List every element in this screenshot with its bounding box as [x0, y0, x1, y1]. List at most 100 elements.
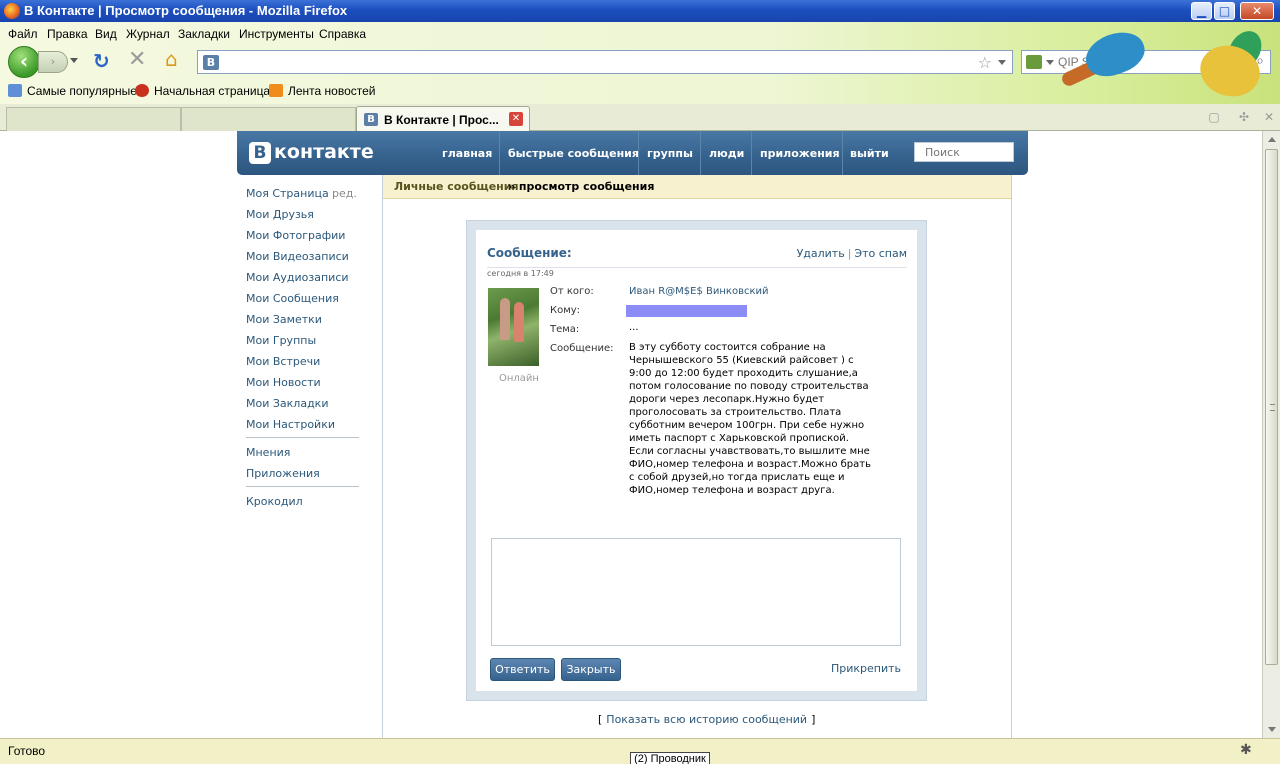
close-icon: ✕ — [1251, 4, 1263, 18]
firefox-logo-icon — [4, 3, 20, 19]
maximize-icon: □ — [1218, 4, 1231, 18]
sidebar-item-bookmarks[interactable]: Мои Закладки — [246, 397, 328, 410]
show-history-link[interactable]: Показать всю историю сообщений — [606, 713, 807, 726]
sidebar-item-messages[interactable]: Мои Сообщения — [246, 292, 339, 305]
sidebar-item-my-page[interactable]: Моя Страница — [246, 187, 329, 200]
tab-scroll-icon[interactable]: ✣ — [1237, 110, 1251, 124]
sidebar-item-crocodile[interactable]: Крокодил — [246, 495, 303, 508]
page-viewport: Bконтакте главная быстрые сообщения груп… — [0, 131, 1262, 738]
tab-strip: B В Контакте | Прос... ✕ ▢ ✣ ✕ — [0, 104, 1280, 132]
sidebar-item-videos[interactable]: Мои Видеозаписи — [246, 250, 349, 263]
nav-apps[interactable]: приложения — [760, 147, 840, 160]
close-window-button[interactable]: ✕ — [1240, 2, 1274, 20]
status-text: Готово — [8, 744, 46, 758]
breadcrumb-current: » просмотр сообщения — [508, 180, 655, 193]
url-dropdown-icon[interactable] — [998, 60, 1006, 65]
sidebar-item-settings[interactable]: Мои Настройки — [246, 418, 335, 431]
bookmark-most-visited[interactable]: Самые популярные — [8, 84, 137, 98]
sidebar-item-photos[interactable]: Мои Фотографии — [246, 229, 345, 242]
scroll-down-icon[interactable] — [1268, 727, 1276, 732]
tab-favicon-icon: B — [364, 113, 378, 126]
forward-button[interactable]: › — [38, 51, 68, 73]
reload-icon[interactable]: ↻ — [93, 51, 110, 71]
sidebar-item-friends[interactable]: Мои Друзья — [246, 208, 314, 221]
vk-header: Bконтакте главная быстрые сообщения груп… — [237, 131, 1028, 175]
menu-view[interactable]: Вид — [95, 27, 117, 41]
sidebar-item-groups[interactable]: Мои Группы — [246, 334, 316, 347]
sidebar-divider — [246, 437, 359, 438]
nav-people[interactable]: люди — [709, 147, 744, 160]
nav-groups[interactable]: группы — [647, 147, 693, 160]
from-value-link[interactable]: Иван R@M$E$ Винковский — [629, 286, 769, 297]
nav-divider — [842, 131, 843, 175]
sender-avatar[interactable] — [488, 288, 539, 366]
back-button[interactable]: ‹ — [8, 46, 40, 78]
tab-list-icon[interactable]: ▢ — [1207, 110, 1221, 124]
maximize-button[interactable]: □ — [1214, 2, 1235, 20]
bookmark-star-icon[interactable]: ☆ — [978, 53, 992, 72]
tab-background[interactable] — [181, 107, 356, 131]
vk-logo-text: контакте — [274, 141, 374, 163]
menu-history[interactable]: Журнал — [126, 27, 170, 41]
vk-logo[interactable]: Bконтакте — [249, 141, 374, 165]
body-label: Сообщение: — [550, 343, 614, 354]
report-spam-link[interactable]: Это спам — [854, 247, 907, 260]
sidebar-item-opinions[interactable]: Мнения — [246, 446, 290, 459]
tab-background[interactable] — [6, 107, 181, 131]
menu-edit[interactable]: Правка — [47, 27, 88, 41]
to-label: Кому: — [550, 305, 581, 316]
message-date: сегодня в 17:49 — [487, 269, 554, 278]
most-visited-icon — [8, 84, 22, 97]
tab-close-icon[interactable]: ✕ — [509, 112, 523, 126]
bookmark-news-feed[interactable]: Лента новостей — [269, 84, 376, 98]
nav-home[interactable]: главная — [442, 147, 492, 160]
vk-search-input[interactable] — [914, 142, 1014, 162]
reply-textarea[interactable] — [491, 538, 901, 646]
history-bracket-open: [ — [598, 713, 603, 726]
sidebar-item-notes[interactable]: Мои Заметки — [246, 313, 322, 326]
nav-quick-messages[interactable]: быстрые сообщения — [508, 147, 639, 160]
menu-bookmarks[interactable]: Закладки — [178, 27, 230, 41]
subject-label: Тема: — [550, 324, 580, 335]
message-title: Сообщение: — [487, 246, 572, 260]
stop-icon[interactable]: ✕ — [128, 49, 146, 71]
delete-message-link[interactable]: Удалить — [797, 247, 845, 260]
reply-button[interactable]: Ответить — [490, 658, 555, 681]
recipient-redacted — [626, 305, 747, 317]
menu-tools[interactable]: Инструменты — [239, 27, 314, 41]
url-bar[interactable]: B ☆ — [197, 50, 1013, 74]
minimize-icon: ▁ — [1196, 4, 1207, 18]
nav-logout[interactable]: выйти — [850, 147, 889, 160]
sidebar-item-audio[interactable]: Мои Аудиозаписи — [246, 271, 349, 284]
nav-divider — [499, 131, 500, 175]
addon-status-icon[interactable]: ✱ — [1240, 742, 1252, 758]
vk-logo-icon: B — [249, 142, 271, 164]
close-message-button[interactable]: Закрыть — [561, 658, 621, 681]
window-title: В Контакте | Просмотр сообщения - Mozill… — [24, 3, 348, 18]
bookmark-start-page[interactable]: Начальная страница — [135, 84, 270, 98]
bookmark-label: Начальная страница — [154, 84, 271, 98]
breadcrumb-messages-link[interactable]: Личные сообщения — [394, 180, 519, 193]
bookmarks-toolbar: Самые популярные Начальная страница Лент… — [0, 80, 1020, 102]
actions-separator: | — [847, 247, 852, 260]
sidebar-item-applications[interactable]: Приложения — [246, 467, 320, 480]
sidebar-item-news[interactable]: Мои Новости — [246, 376, 321, 389]
avatar-figure — [514, 302, 524, 342]
message-actions: Удалить | Это спам — [797, 247, 907, 260]
menu-help[interactable]: Справка — [319, 27, 366, 41]
history-dropdown-icon[interactable] — [70, 58, 78, 63]
tab-label: В Контакте | Прос... — [384, 113, 499, 127]
minimize-button[interactable]: ▁ — [1191, 2, 1212, 20]
sidebar-edit-link[interactable]: ред. — [332, 187, 357, 200]
tab-vkontakte[interactable]: B В Контакте | Прос... ✕ — [356, 106, 530, 132]
history-bracket-close: ] — [811, 713, 816, 726]
home-icon[interactable]: ⌂ — [165, 49, 178, 69]
taskbar-explorer-button[interactable]: (2) Проводник — [630, 752, 710, 764]
new-tab-icon[interactable]: ✕ — [1262, 110, 1276, 124]
attach-link[interactable]: Прикрепить — [831, 662, 901, 675]
sidebar-item-events[interactable]: Мои Встречи — [246, 355, 320, 368]
vertical-scrollbar[interactable] — [1262, 131, 1280, 738]
menu-file[interactable]: Файл — [8, 27, 38, 41]
scroll-up-icon[interactable] — [1268, 137, 1276, 142]
scroll-thumb[interactable] — [1265, 149, 1278, 665]
